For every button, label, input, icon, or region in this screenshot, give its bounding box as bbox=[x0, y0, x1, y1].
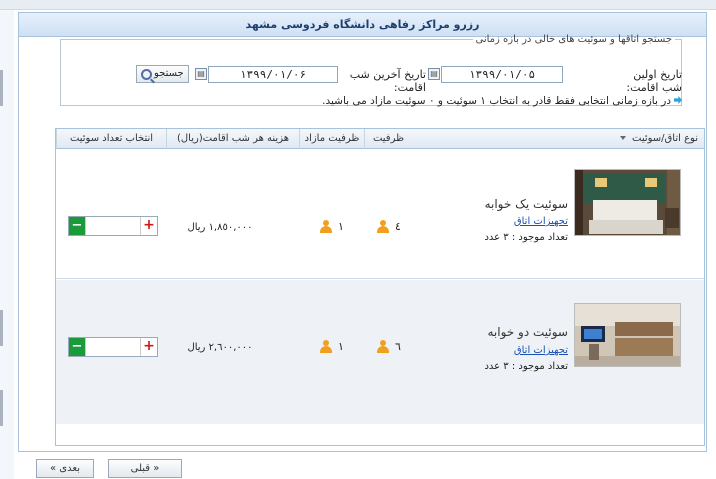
next-button[interactable]: بعدی » bbox=[36, 459, 94, 478]
room-count: تعداد موجود : ۳ عدد bbox=[484, 232, 568, 243]
minus-icon[interactable]: − bbox=[69, 338, 85, 356]
edge-mark bbox=[0, 390, 3, 426]
table-row: سوئیت یک خوابه تجهیزات اتاق تعداد موجود … bbox=[56, 150, 704, 279]
calendar-icon[interactable]: ▤ bbox=[195, 68, 207, 80]
edge-mark bbox=[0, 310, 3, 346]
selection-note-text: در بازه زمانی انتخابی فقط قادر به انتخاب… bbox=[322, 95, 671, 107]
quantity-stepper: − + bbox=[68, 216, 158, 236]
room-title: سوئیت یک خوابه bbox=[484, 197, 568, 211]
capacity-cell: ٦ bbox=[377, 340, 401, 353]
search-button[interactable]: جستجو bbox=[136, 65, 189, 83]
last-night-label: تاریخ آخرین شب اقامت: bbox=[349, 68, 426, 94]
search-legend: جستجو اتاقها و سوئیت های خالی در بازه زم… bbox=[475, 34, 673, 45]
price-value: ٢,٦٠٠,٠٠٠ ريال bbox=[187, 342, 253, 353]
col-type[interactable]: نوع اتاق/سوئیت bbox=[412, 129, 704, 149]
plus-icon[interactable]: + bbox=[141, 338, 157, 356]
info-arrow-icon bbox=[674, 96, 682, 104]
quantity-input[interactable] bbox=[85, 217, 141, 235]
extra-capacity-value: ١ bbox=[338, 220, 344, 233]
room-count: تعداد موجود : ۳ عدد bbox=[484, 361, 568, 372]
quantity-input[interactable] bbox=[85, 338, 141, 356]
room-photo[interactable] bbox=[574, 303, 681, 367]
room-photo-image bbox=[575, 170, 680, 235]
plus-icon[interactable]: + bbox=[141, 217, 157, 235]
col-capacity[interactable]: ظرفیت bbox=[364, 129, 412, 149]
calendar-icon[interactable]: ▤ bbox=[428, 68, 440, 80]
room-photo[interactable] bbox=[574, 169, 681, 236]
extra-capacity-value: ١ bbox=[338, 340, 344, 353]
person-icon bbox=[377, 220, 389, 233]
person-icon bbox=[377, 340, 389, 353]
quantity-stepper: − + bbox=[68, 337, 158, 357]
extra-capacity-cell: ١ bbox=[320, 220, 344, 233]
price-value: ١,٨٥٠,٠٠٠ ريال bbox=[187, 222, 253, 233]
equipment-link[interactable]: تجهیزات اتاق bbox=[496, 345, 568, 356]
left-page-edge bbox=[0, 10, 14, 479]
person-icon bbox=[320, 340, 332, 353]
col-type-label: نوع اتاق/سوئیت bbox=[632, 133, 698, 144]
rooms-grid: انتخاب تعداد سوئیت هزینه هر شب اقامت(ریا… bbox=[55, 128, 705, 446]
chevron-down-icon bbox=[620, 136, 626, 140]
col-price[interactable]: هزینه هر شب اقامت(ریال) bbox=[166, 129, 299, 149]
room-title: سوئیت دو خوابه bbox=[487, 325, 569, 339]
capacity-cell: ٤ bbox=[377, 220, 401, 233]
edge-mark bbox=[0, 70, 3, 106]
first-night-input[interactable]: ۱۳۹۹/۰۱/۰۵ bbox=[441, 66, 563, 83]
minus-icon[interactable]: − bbox=[69, 217, 85, 235]
search-icon bbox=[141, 68, 152, 80]
capacity-value: ٦ bbox=[395, 340, 401, 353]
selection-note: در بازه زمانی انتخابی فقط قادر به انتخاب… bbox=[200, 95, 682, 107]
equipment-link[interactable]: تجهیزات اتاق bbox=[496, 216, 568, 227]
prev-button[interactable]: « قبلی bbox=[108, 459, 182, 478]
grid-header: انتخاب تعداد سوئیت هزینه هر شب اقامت(ریا… bbox=[56, 129, 704, 149]
extra-capacity-cell: ١ bbox=[320, 340, 344, 353]
person-icon bbox=[320, 220, 332, 233]
search-button-label: جستجو bbox=[154, 68, 184, 79]
last-night-input[interactable]: ۱۳۹۹/۰۱/۰۶ bbox=[208, 66, 338, 83]
col-select[interactable]: انتخاب تعداد سوئیت bbox=[56, 129, 166, 149]
table-row: سوئیت دو خوابه تجهیزات اتاق تعداد موجود … bbox=[56, 280, 704, 424]
capacity-value: ٤ bbox=[395, 220, 401, 233]
col-extra-capacity[interactable]: ظرفیت مازاد bbox=[299, 129, 364, 149]
first-night-label: تاریخ اولین شب اقامت: bbox=[626, 68, 682, 94]
room-photo-image bbox=[575, 304, 680, 366]
browser-top-strip bbox=[0, 0, 716, 10]
